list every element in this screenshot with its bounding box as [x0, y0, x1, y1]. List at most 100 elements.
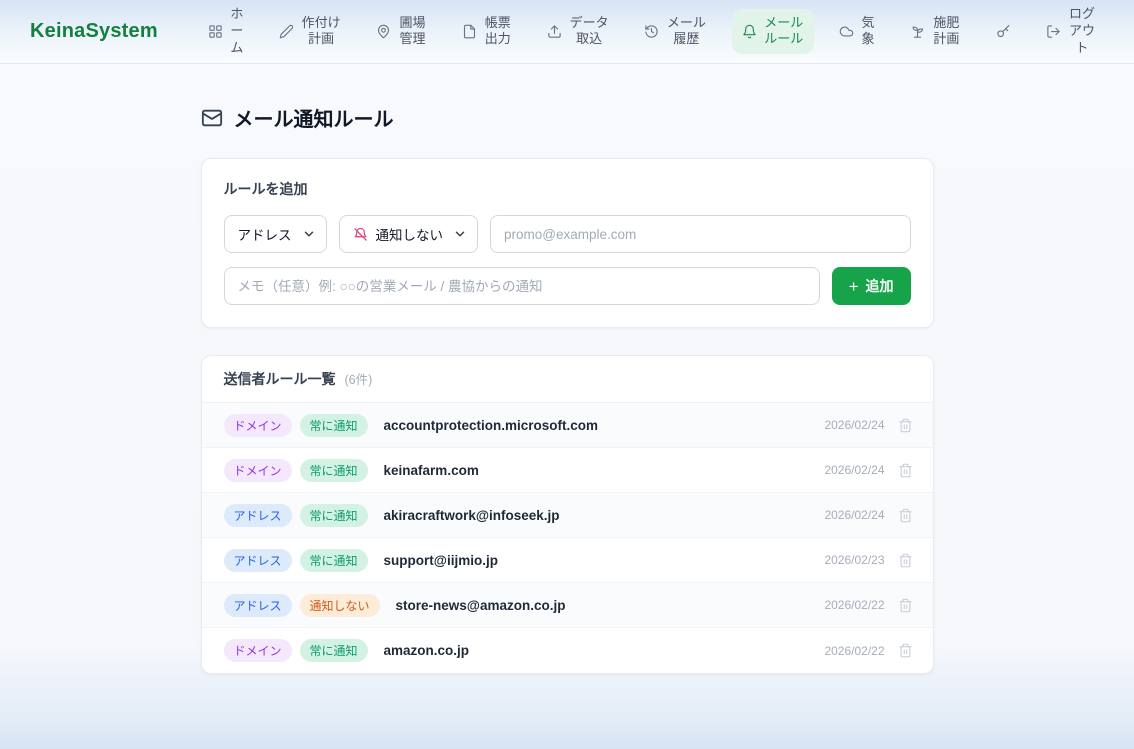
- nav-item-label: 作付け計画: [301, 15, 341, 49]
- rule-row: ドメイン常に通知amazon.co.jp2026/02/22: [202, 628, 933, 673]
- sender-rules-title: 送信者ルール一覧: [224, 369, 336, 389]
- rule-action-select[interactable]: 通知しない: [339, 215, 479, 253]
- nav-item-label: データ取込: [569, 15, 609, 49]
- sender-rules-list: ドメイン常に通知accountprotection.microsoft.com2…: [202, 403, 933, 673]
- rule-address: store-news@amazon.co.jp: [396, 598, 566, 613]
- plus-icon: +: [849, 278, 859, 295]
- nav-item-label: 帳票出力: [484, 15, 512, 49]
- add-rule-button-label: 追加: [866, 276, 894, 296]
- rule-row-meta: 2026/02/24: [824, 463, 912, 478]
- nav-item-label: メール履歴: [666, 15, 706, 49]
- rule-row: アドレス通知しない store-news@amazon.co.jp 2026/02/…: [202, 583, 933, 628]
- delete-rule-button[interactable]: [898, 508, 913, 523]
- nav-item-fertilizer-plan[interactable]: 施肥計画: [900, 9, 970, 55]
- brand-logo[interactable]: KeinaSystem: [30, 20, 158, 43]
- bell-off-icon: [353, 227, 368, 242]
- rule-date: 2026/02/22: [824, 598, 884, 612]
- main-nav: ホーム 作付け計画 圃場管理 帳票出力 データ取込 メール履歴 メールルール 気象施肥計画 ログ…: [198, 0, 1106, 63]
- nav-item-mail-history[interactable]: メール履歴: [634, 9, 716, 55]
- delete-rule-button[interactable]: [898, 463, 913, 478]
- rule-address: keinafarm.com: [384, 463, 479, 478]
- top-nav: KeinaSystem ホーム 作付け計画 圃場管理 帳票出力 データ取込 メール履歴 メー…: [0, 0, 1134, 64]
- trash-icon: [898, 508, 913, 523]
- rule-type-badge: アドレス: [224, 594, 292, 617]
- address-input[interactable]: [490, 215, 911, 253]
- chevron-down-icon: [302, 227, 316, 241]
- main-content: メール通知ルール ルールを追加 アドレス 通知しない + 追加 送信者ル: [201, 64, 934, 674]
- nav-item-report-output[interactable]: 帳票出力: [452, 9, 522, 55]
- nav-item-label: ログアウト: [1068, 6, 1096, 57]
- sender-rules-header: 送信者ルール一覧 (6件): [202, 356, 933, 403]
- nav-item-label: 圃場管理: [398, 15, 426, 49]
- rule-action-badge: 常に通知: [300, 414, 368, 437]
- bell-icon: [742, 24, 757, 39]
- nav-item-field-management[interactable]: 圃場管理: [366, 9, 436, 55]
- upload-icon: [547, 24, 562, 39]
- rule-action-selected-value: 通知しない: [376, 224, 444, 244]
- sprout-icon: [910, 24, 925, 39]
- page-title-text: メール通知ルール: [234, 103, 394, 132]
- nav-item-label: ホーム: [230, 6, 244, 57]
- nav-item-label: 気象: [861, 15, 875, 49]
- rule-address: amazon.co.jp: [384, 643, 470, 658]
- rule-row: アドレス常に通知 support@iijmio.jp 2026/02/23: [202, 538, 933, 583]
- nav-item-data-import[interactable]: データ取込: [537, 9, 619, 55]
- rule-date: 2026/02/24: [824, 508, 884, 522]
- rule-type-badge: アドレス: [224, 504, 292, 527]
- rule-date: 2026/02/23: [824, 553, 884, 567]
- nav-item-password[interactable]: [986, 18, 1021, 45]
- rule-action-badge: 常に通知: [300, 549, 368, 572]
- rule-row: アドレス常に通知 akiracraftwork@infoseek.jp 2026/0…: [202, 493, 933, 538]
- add-rule-row-2: + 追加: [224, 267, 911, 305]
- grid-icon: [208, 24, 223, 39]
- add-rule-heading: ルールを追加: [224, 179, 911, 199]
- envelope-icon: [201, 107, 223, 129]
- sender-rules-card: 送信者ルール一覧 (6件) ドメイン常に通知accountprotection.…: [201, 355, 934, 674]
- rule-action-badge: 常に通知: [300, 639, 368, 662]
- delete-rule-button[interactable]: [898, 643, 913, 658]
- nav-item-label: メールルール: [764, 15, 804, 49]
- delete-rule-button[interactable]: [898, 553, 913, 568]
- trash-icon: [898, 418, 913, 433]
- nav-item-weather[interactable]: 気象: [829, 9, 885, 55]
- sender-rules-count: (6件): [345, 369, 373, 388]
- rule-type-select[interactable]: アドレス: [224, 215, 327, 253]
- pencil-icon: [279, 24, 294, 39]
- pin-icon: [376, 24, 391, 39]
- delete-rule-button[interactable]: [898, 598, 913, 613]
- nav-item-logout[interactable]: ログアウト: [1036, 0, 1106, 63]
- rule-row: ドメイン常に通知accountprotection.microsoft.com2…: [202, 403, 933, 448]
- rule-date: 2026/02/24: [824, 418, 884, 432]
- add-rule-row-1: アドレス 通知しない: [224, 215, 911, 253]
- rule-row-meta: 2026/02/22: [824, 643, 912, 658]
- rule-action-badge: 通知しない: [300, 594, 380, 617]
- rule-type-badge: アドレス: [224, 549, 292, 572]
- key-icon: [996, 24, 1011, 39]
- trash-icon: [898, 643, 913, 658]
- rule-date: 2026/02/22: [824, 644, 884, 658]
- page-title: メール通知ルール: [201, 103, 934, 132]
- rule-type-selected-value: アドレス: [238, 224, 292, 244]
- nav-item-home[interactable]: ホーム: [198, 0, 254, 63]
- rule-row-meta: 2026/02/23: [824, 553, 912, 568]
- document-icon: [462, 24, 477, 39]
- rule-action-badge: 常に通知: [300, 459, 368, 482]
- add-rule-button[interactable]: + 追加: [832, 267, 911, 305]
- nav-item-mail-rules[interactable]: メールルール: [732, 9, 814, 55]
- rule-action-badge: 常に通知: [300, 504, 368, 527]
- logout-icon: [1046, 24, 1061, 39]
- rule-type-badge: ドメイン: [224, 459, 292, 482]
- rule-address: support@iijmio.jp: [384, 553, 498, 568]
- nav-item-planting-plan[interactable]: 作付け計画: [269, 9, 351, 55]
- trash-icon: [898, 598, 913, 613]
- rule-row: ドメイン常に通知 keinafarm.com 2026/02/24: [202, 448, 933, 493]
- memo-input[interactable]: [224, 267, 820, 305]
- cloud-icon: [839, 24, 854, 39]
- rule-row-meta: 2026/02/24: [824, 418, 912, 433]
- rule-type-badge: ドメイン: [224, 414, 292, 437]
- chevron-down-icon: [453, 227, 467, 241]
- rule-address: akiracraftwork@infoseek.jp: [384, 508, 560, 523]
- history-icon: [644, 24, 659, 39]
- delete-rule-button[interactable]: [898, 418, 913, 433]
- add-rule-card: ルールを追加 アドレス 通知しない + 追加: [201, 158, 934, 328]
